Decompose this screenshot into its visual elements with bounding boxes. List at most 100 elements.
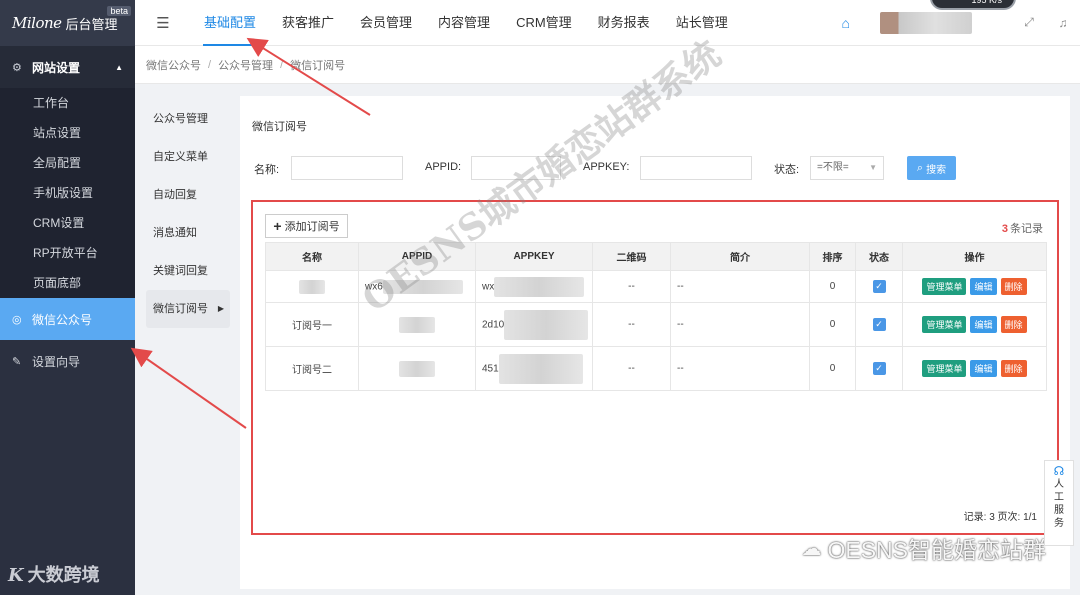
sidebar-item-wechat[interactable]: ◎ 微信公众号 [0,298,135,340]
sidebar-item-page-footer[interactable]: 页面底部 [0,268,135,298]
gear-icon: ⚙ [12,61,22,74]
cell-appkey: 451 [475,346,593,391]
edit-button[interactable]: 编辑 [970,316,997,333]
status-checkbox[interactable]: ✓ [872,318,886,331]
col-actions: 操作 [902,242,1047,271]
headset-icon: ☊ [1053,464,1065,478]
delete-button[interactable]: 删除 [1000,316,1027,333]
tab-basic-config[interactable]: 基础配置 [191,0,269,46]
manage-menu-button[interactable]: 管理菜单 [922,278,967,295]
service-char: 工 [1054,492,1064,503]
tab-webmaster[interactable]: 站长管理 [663,0,741,46]
search-icon: ⌕ [916,161,924,174]
menu-group-site-settings[interactable]: ⚙ 网站设置 ▲ [0,46,135,88]
caret-right-icon: ▶ [217,304,224,313]
search-button-label: 搜索 [926,164,947,176]
cell-actions: 管理菜单 编辑 删除 [902,346,1047,391]
cell-qrcode: -- [592,270,671,303]
col-appid: APPID [358,242,476,271]
sidebar-item-site-settings[interactable]: 站点设置 [0,118,135,148]
table-header-row: 名称 APPID APPKEY 二维码 简介 排序 状态 操作 [265,242,1047,271]
brand-logo[interactable]: Milone 后台管理 beta [0,0,135,46]
beta-badge: beta [107,6,131,16]
tab-members[interactable]: 会员管理 [347,0,425,46]
appid-input[interactable] [471,156,561,180]
headset-icon[interactable]: ♫ [1046,16,1080,30]
footer-watermark: ☁ OESNS智能婚恋站群 [801,531,1046,565]
home-icon[interactable]: ⌂ [842,15,850,31]
add-subscription-button[interactable]: + 添加订阅号 [265,214,348,238]
submenu-keyword-reply[interactable]: 关键词回复 [146,252,230,290]
fullscreen-icon[interactable]: ⤢ [1012,15,1046,30]
status-select-value: =不限= [817,162,849,173]
cell-appid-text: wx6 [365,281,383,293]
name-label: 名称: [254,164,280,176]
service-char: 服 [1054,505,1064,516]
customer-service-float[interactable]: ☊ 人 工 服 务 [1044,460,1074,546]
menu-toggle-icon[interactable]: ☰ [135,14,191,32]
breadcrumb-separator: / [280,58,284,71]
record-count-suffix: 条记录 [1010,223,1043,235]
submenu-label: 微信订阅号 [153,303,208,315]
sidebar-item-crm-settings[interactable]: CRM设置 [0,208,135,238]
manage-menu-button[interactable]: 管理菜单 [922,316,967,333]
record-count: 3 条记录 [1002,220,1043,236]
tab-crm[interactable]: CRM管理 [503,0,585,46]
sidebar-item-setup-wizard[interactable]: ✎ 设置向导 [0,340,135,382]
submenu-notifications[interactable]: 消息通知 [146,214,230,252]
status-label: 状态: [774,164,800,176]
cell-name: 订阅号二 [265,346,359,391]
submenu-custom-menu[interactable]: 自定义菜单 [146,138,230,176]
breadcrumb-item[interactable]: 微信公众号 [146,57,201,73]
sidebar-item-dashboard[interactable]: 工作台 [0,88,135,118]
cell-status: ✓ [855,270,903,303]
table-row: 订阅号二 451 -- -- 0 ✓ 管理菜单 编辑 删除 [265,346,1047,391]
edit-button[interactable]: 编辑 [970,360,997,377]
highlight-box: + 添加订阅号 3 条记录 名称 APPID APPKEY 二维码 简介 排序 状… [251,200,1059,535]
status-checkbox[interactable]: ✓ [872,362,886,375]
sidebar-item-global-config[interactable]: 全局配置 [0,148,135,178]
sidebar: Milone 后台管理 beta ⚙ 网站设置 ▲ 工作台 站点设置 全局配置 … [0,0,135,595]
submenu-account-manage[interactable]: 公众号管理 [146,100,230,138]
edit-icon: ✎ [12,355,22,368]
name-input[interactable] [291,156,403,180]
record-count-number: 3 [1001,223,1008,235]
cell-intro: -- [670,346,810,391]
sidebar-item-rp-platform[interactable]: RP开放平台 [0,238,135,268]
sidebar-item-mobile-settings[interactable]: 手机版设置 [0,178,135,208]
redacted-block [399,360,435,377]
chevron-down-icon: ▼ [869,163,877,172]
cell-appkey: 2d10 [475,302,593,347]
footer-logo-text: 大数跨境 [27,565,100,585]
status-checkbox[interactable]: ✓ [872,280,886,293]
cell-actions: 管理菜单 编辑 删除 [902,302,1047,347]
manage-menu-button[interactable]: 管理菜单 [922,360,967,377]
cell-name [265,270,359,303]
service-char: 人 [1054,479,1064,490]
table-row: wx6 wx -- -- 0 ✓ 管理菜单 编辑 删除 [265,270,1047,303]
submenu-auto-reply[interactable]: 自动回复 [146,176,230,214]
appkey-input[interactable] [640,156,752,180]
redacted-block [494,276,585,297]
redacted-block [399,316,435,333]
status-select[interactable]: =不限= ▼ [810,156,884,180]
col-intro: 简介 [670,242,810,271]
tab-content[interactable]: 内容管理 [425,0,503,46]
delete-button[interactable]: 删除 [1000,360,1027,377]
cell-sort: 0 [809,270,856,303]
search-button[interactable]: ⌕ 搜索 [907,156,956,180]
network-speed-badge: 195 K/s [930,0,1016,10]
col-sort: 排序 [809,242,856,271]
breadcrumb-item[interactable]: 公众号管理 [218,57,273,73]
tab-promotion[interactable]: 获客推广 [269,0,347,46]
submenu-subscription[interactable]: 微信订阅号 ▶ [146,290,230,328]
col-status: 状态 [855,242,903,271]
delete-button[interactable]: 删除 [1000,278,1027,295]
cell-appid [358,302,476,347]
col-qrcode: 二维码 [592,242,671,271]
logo-script: Milone [12,14,62,32]
tab-finance[interactable]: 财务报表 [585,0,663,46]
appkey-label: APPKEY: [583,161,630,173]
edit-button[interactable]: 编辑 [970,278,997,295]
avatar[interactable] [880,11,972,34]
